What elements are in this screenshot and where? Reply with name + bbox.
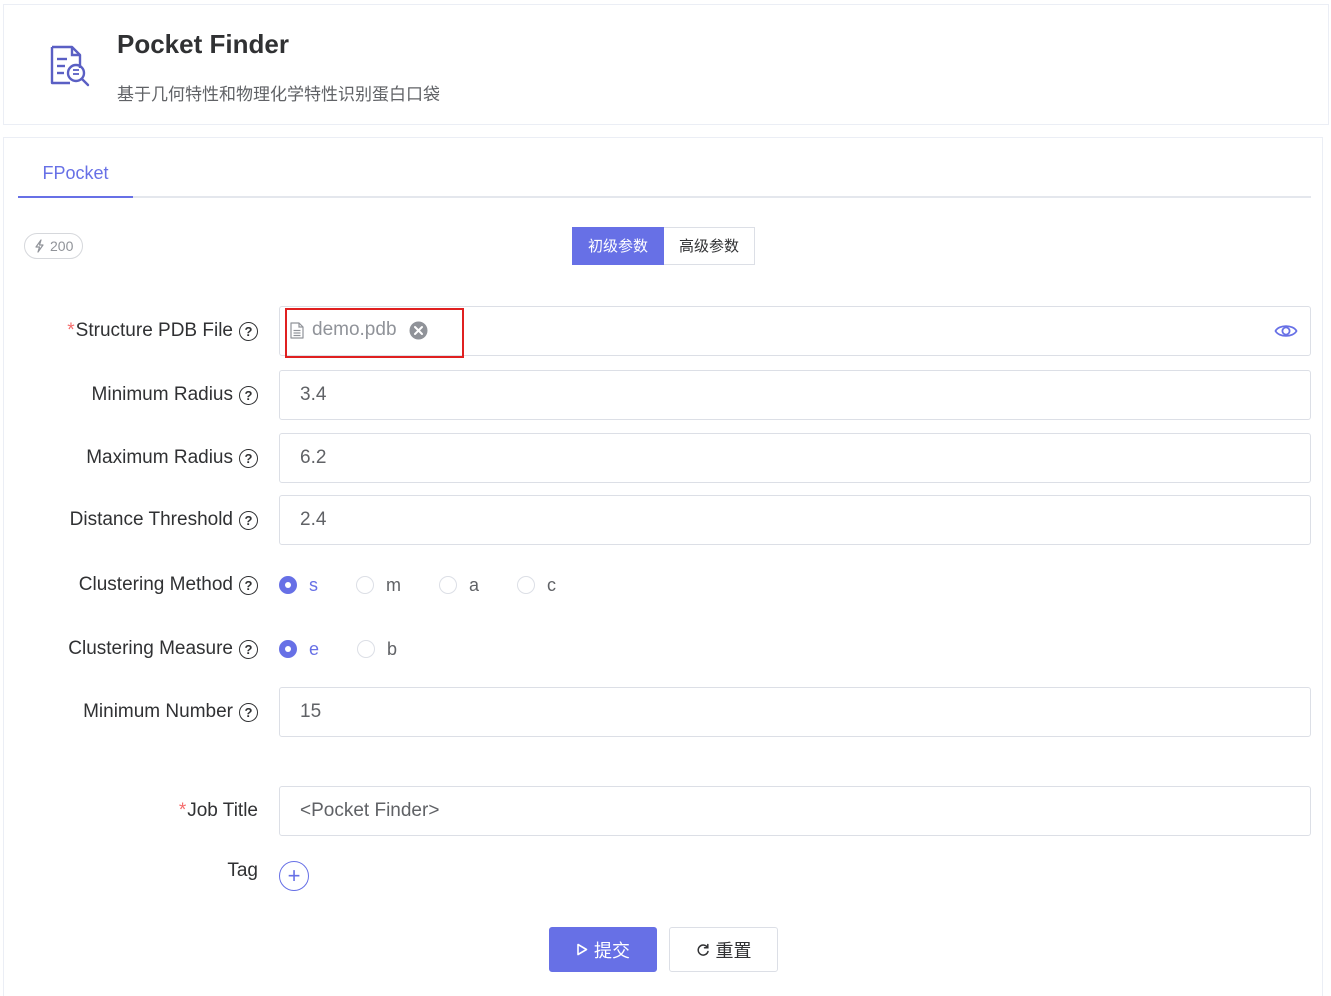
credit-value: 200 — [50, 238, 74, 254]
clustering-measure-radio-b[interactable]: b — [357, 639, 397, 660]
clustering-method-radio-c[interactable]: c — [517, 575, 556, 596]
min-radius-input[interactable]: 3.4 — [279, 370, 1311, 420]
reset-button[interactable]: 重置 — [669, 927, 778, 972]
form-row-max-radius: Maximum Radius ? 6.2 — [4, 433, 1324, 483]
refresh-icon — [696, 943, 709, 956]
clustering-method-label: Clustering Method ? — [79, 560, 258, 610]
max-radius-label: Maximum Radius ? — [86, 433, 258, 483]
tab-fpocket[interactable]: FPocket — [18, 138, 133, 198]
tag-label: Tag — [227, 860, 258, 881]
remove-file-icon[interactable] — [409, 321, 428, 340]
clustering-method-radio-a[interactable]: a — [439, 575, 479, 596]
form-row-clustering-method: Clustering Method ? s m a c — [4, 560, 1324, 610]
radio-dot[interactable] — [517, 576, 536, 594]
file-icon — [290, 321, 304, 339]
form-row-tag: Tag + — [4, 851, 1324, 901]
distance-threshold-label: Distance Threshold ? — [70, 495, 258, 545]
tab-bar: FPocket — [18, 138, 1311, 198]
structure-file-label: * Structure PDB File ? — [67, 306, 258, 356]
app-header: Pocket Finder 基于几何特性和物理化学特性识别蛋白口袋 — [3, 4, 1329, 125]
min-number-label: Minimum Number ? — [83, 687, 258, 737]
max-radius-input[interactable]: 6.2 — [279, 433, 1311, 483]
app-title: Pocket Finder — [117, 29, 289, 59]
credit-badge: 200 — [24, 233, 84, 259]
help-icon[interactable]: ? — [239, 385, 258, 405]
job-title-input[interactable]: <Pocket Finder> — [279, 786, 1311, 836]
radio-dot[interactable] — [279, 640, 297, 658]
radio-dot[interactable] — [439, 576, 457, 594]
clustering-measure-radio-e[interactable]: e — [279, 639, 319, 660]
form-row-distance-threshold: Distance Threshold ? 2.4 — [4, 495, 1324, 545]
document-search-icon — [50, 45, 90, 87]
job-title-label: * Job Title — [178, 800, 258, 821]
required-mark: * — [67, 320, 75, 341]
submit-button[interactable]: 提交 — [549, 927, 657, 972]
add-tag-button[interactable]: + — [279, 861, 309, 891]
help-icon[interactable]: ? — [239, 510, 258, 530]
main-panel: FPocket 200 初级参数 高级参数 * Structure PDB Fi… — [3, 137, 1323, 996]
uploaded-file-chip: demo.pdb — [290, 319, 428, 341]
clustering-method-radio-group: s m a c — [279, 560, 594, 610]
play-icon — [577, 943, 588, 956]
file-name: demo.pdb — [312, 319, 397, 340]
structure-file-upload[interactable]: demo.pdb — [279, 306, 1311, 356]
advanced-params-button[interactable]: 高级参数 — [664, 227, 756, 265]
tab-active-indicator — [18, 196, 133, 198]
min-radius-label: Minimum Radius ? — [92, 370, 258, 420]
clustering-measure-radio-group: e b — [279, 624, 435, 674]
form-row-structure-file: * Structure PDB File ? demo.pdb — [4, 306, 1324, 356]
help-icon[interactable]: ? — [239, 639, 258, 659]
help-icon[interactable]: ? — [239, 575, 258, 595]
min-number-input[interactable]: 15 — [279, 687, 1311, 737]
eye-icon[interactable] — [1274, 320, 1298, 342]
help-icon[interactable]: ? — [239, 321, 258, 341]
radio-dot[interactable] — [279, 576, 297, 594]
distance-threshold-input[interactable]: 2.4 — [279, 495, 1311, 545]
form-row-min-number: Minimum Number ? 15 — [4, 687, 1324, 737]
required-mark: * — [178, 800, 187, 821]
radio-dot[interactable] — [357, 640, 376, 658]
clustering-method-radio-m[interactable]: m — [356, 575, 401, 596]
clustering-method-radio-s[interactable]: s — [279, 575, 318, 596]
help-icon[interactable]: ? — [239, 448, 258, 468]
param-mode-switch: 初级参数 高级参数 — [572, 227, 756, 265]
lightning-icon — [35, 239, 44, 253]
form-row-min-radius: Minimum Radius ? 3.4 — [4, 370, 1324, 420]
clustering-measure-label: Clustering Measure ? — [68, 624, 258, 674]
form-row-clustering-measure: Clustering Measure ? e b — [4, 624, 1324, 674]
form-row-job-title: * Job Title <Pocket Finder> — [4, 786, 1324, 836]
radio-dot[interactable] — [356, 576, 374, 594]
basic-params-button[interactable]: 初级参数 — [572, 227, 665, 265]
app-subtitle: 基于几何特性和物理化学特性识别蛋白口袋 — [117, 85, 440, 105]
help-icon[interactable]: ? — [239, 702, 258, 722]
